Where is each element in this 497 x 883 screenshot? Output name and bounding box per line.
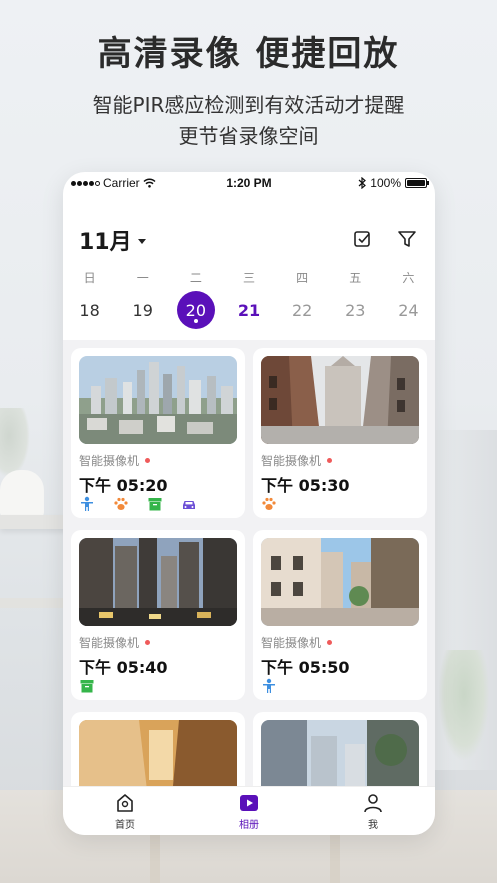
weekday-label: 日 — [83, 271, 96, 285]
background-shelf — [0, 598, 72, 608]
person-icon — [263, 678, 275, 693]
alert-dot — [145, 458, 151, 463]
recording-time: 下午 05:40 — [79, 658, 168, 677]
camera-name: 智能摄像机 — [261, 454, 322, 468]
recording-thumbnail[interactable] — [261, 720, 419, 790]
date-cell[interactable]: 22 — [276, 292, 329, 328]
recording-card[interactable] — [71, 712, 245, 790]
promo-subline: 智能PIR感应检测到有效活动才提醒 更节省录像空间 — [0, 90, 497, 152]
battery-icon — [405, 178, 429, 188]
tab-album-label: 相册 — [239, 819, 259, 831]
recording-thumbnail[interactable] — [79, 356, 237, 444]
date-cell[interactable]: 18 — [63, 292, 116, 328]
date-cell[interactable]: 23 — [329, 292, 382, 328]
vehicle-icon — [183, 501, 195, 509]
date-number: 20 — [185, 300, 207, 320]
weekday-label: 一 — [136, 271, 149, 285]
weekday-label: 三 — [242, 271, 255, 285]
user-icon — [364, 793, 382, 812]
tab-album[interactable]: 相册 — [187, 787, 311, 835]
weekday-label: 四 — [296, 271, 309, 285]
background-table-leg — [150, 830, 160, 883]
camera-name: 智能摄像机 — [79, 636, 140, 650]
recording-time: 下午 05:30 — [261, 476, 350, 495]
recording-card[interactable] — [253, 712, 427, 790]
play-video-icon — [240, 794, 258, 811]
background-plant — [439, 650, 489, 760]
camera-name: 智能摄像机 — [261, 636, 322, 650]
recording-card[interactable]: 智能摄像机 下午 05:40 — [71, 530, 245, 700]
month-label: 11月 — [79, 230, 132, 255]
checkbox-select-icon[interactable] — [352, 228, 374, 250]
recording-thumbnail[interactable] — [79, 720, 237, 790]
pet-icon — [114, 497, 128, 510]
has-recording-dot — [193, 319, 198, 323]
recording-time: 下午 05:50 — [261, 658, 350, 677]
month-selector[interactable]: 11月 — [79, 224, 146, 256]
background-shelf — [0, 515, 72, 529]
tab-me[interactable]: 我 — [311, 787, 435, 835]
recording-card[interactable]: 智能摄像机 下午 05:20 — [71, 348, 245, 518]
bluetooth-icon — [358, 177, 367, 189]
package-icon — [80, 680, 94, 693]
weekday-row: 日 一 二 三 四 五 六 — [63, 269, 435, 286]
caret-down-icon — [137, 238, 146, 244]
weekday-label: 六 — [402, 271, 415, 285]
weekday-label: 二 — [189, 271, 202, 285]
status-bar: Carrier 1:20 PM 100% — [63, 172, 435, 194]
tab-home-label: 首页 — [115, 819, 135, 831]
tab-bar: 首页 相册 我 — [63, 786, 435, 835]
recording-grid: 智能摄像机 下午 05:20 智能摄像机 下午 05:30 智能摄像机 下午 0… — [63, 340, 435, 790]
date-row: 18 19 20 21 22 23 24 — [63, 291, 435, 329]
battery-percent: 100% — [370, 176, 401, 190]
date-cell[interactable]: 24 — [382, 292, 435, 328]
weekday-label: 五 — [349, 271, 362, 285]
background-plant — [0, 408, 30, 478]
date-cell-selected[interactable]: 20 — [169, 291, 222, 329]
background-vase — [0, 470, 44, 518]
alert-dot — [327, 458, 333, 463]
promo-subline-2: 更节省录像空间 — [178, 124, 319, 148]
background-table-leg — [330, 830, 340, 883]
recording-thumbnail[interactable] — [261, 356, 419, 444]
date-cell-today[interactable]: 21 — [222, 292, 275, 328]
date-cell[interactable]: 19 — [116, 292, 169, 328]
date-number: 23 — [345, 300, 366, 320]
pet-icon — [262, 497, 276, 510]
recording-thumbnail[interactable] — [79, 538, 237, 626]
promo-headline: 高清录像 便捷回放 — [97, 34, 400, 74]
date-number: 18 — [79, 300, 100, 320]
alert-dot — [327, 640, 333, 645]
phone-screen: Carrier 1:20 PM 100% 11月 日 一 二 三 四 五 六 1… — [63, 172, 435, 835]
camera-name: 智能摄像机 — [79, 454, 140, 468]
package-icon — [148, 498, 162, 511]
tab-me-label: 我 — [368, 819, 378, 831]
person-icon — [81, 496, 93, 511]
filter-icon[interactable] — [396, 228, 418, 250]
date-number: 21 — [237, 300, 261, 320]
date-number: 24 — [398, 300, 419, 320]
recording-card[interactable]: 智能摄像机 下午 05:50 — [253, 530, 427, 700]
recording-thumbnail[interactable] — [261, 538, 419, 626]
alert-dot — [145, 640, 151, 645]
date-number: 19 — [132, 300, 153, 320]
date-number: 22 — [291, 300, 313, 320]
tab-home[interactable]: 首页 — [63, 787, 187, 835]
home-icon — [117, 793, 133, 812]
recording-card[interactable]: 智能摄像机 下午 05:30 — [253, 348, 427, 518]
promo-subline-1: 智能PIR感应检测到有效活动才提醒 — [92, 93, 405, 117]
recording-time: 下午 05:20 — [79, 476, 168, 495]
